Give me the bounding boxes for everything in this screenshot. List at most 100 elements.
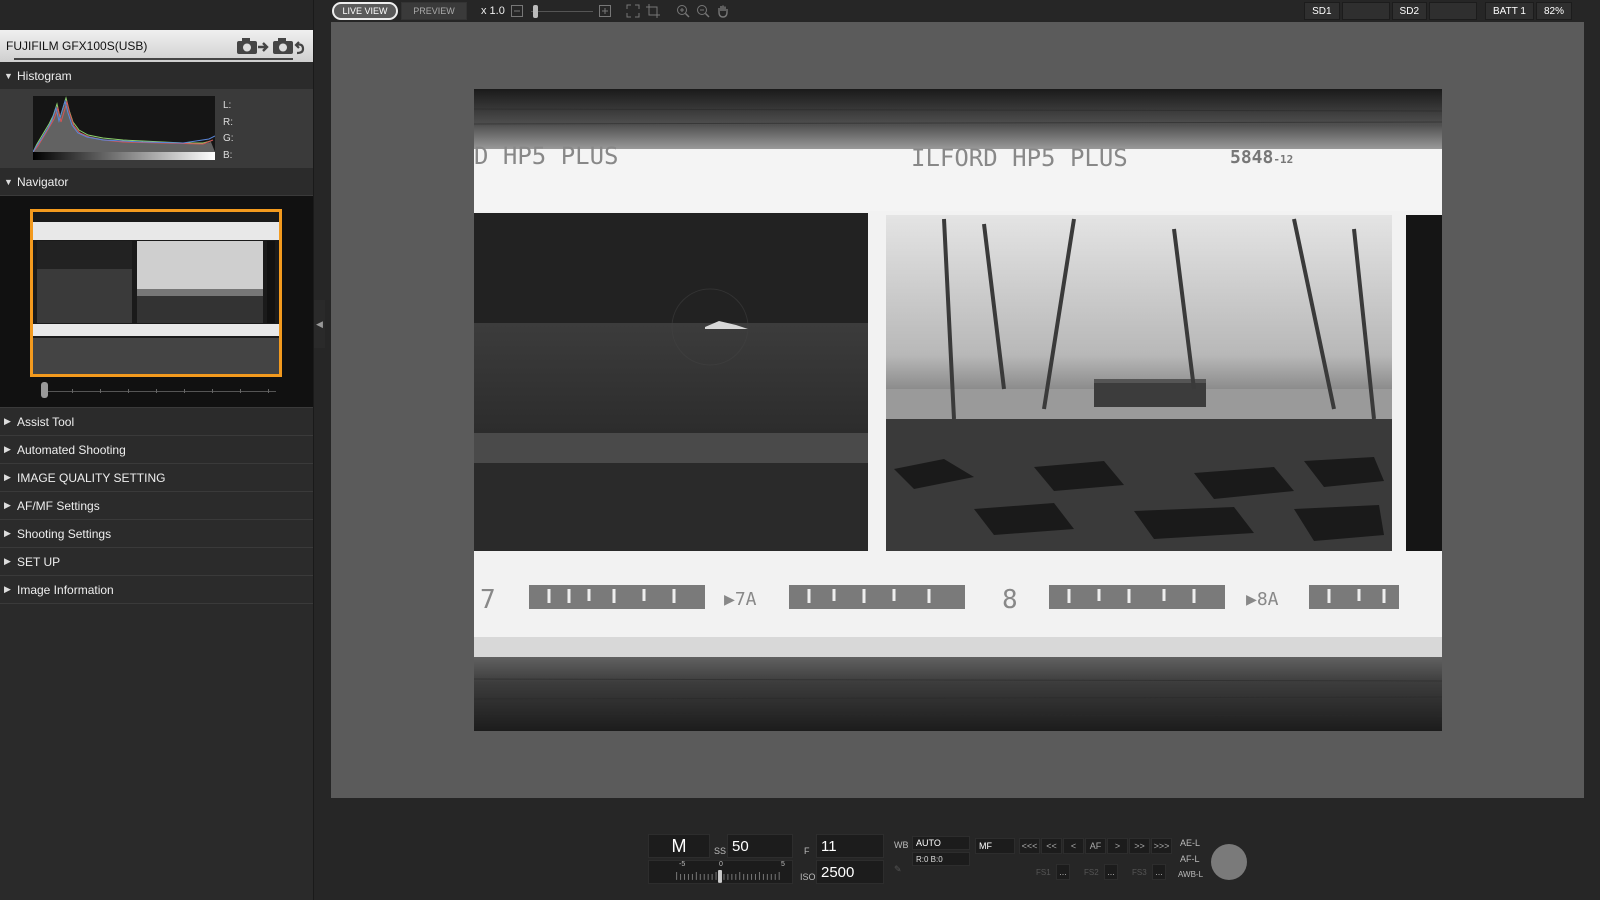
exposure-control-panel: M SS 50 F 11 -5 0 5 ISO 2500 ✎ WB AUTO R…: [648, 834, 1258, 888]
fs1-label: FS1: [1036, 868, 1051, 877]
zoom-out-minus-icon[interactable]: [509, 3, 525, 19]
fs3-label: FS3: [1132, 868, 1147, 877]
camera-export-icon[interactable]: [235, 35, 271, 57]
sidebar: FUJIFILM GFX100S(USB) ▼ Histogram L: R: …: [0, 0, 314, 900]
ss-label: SS: [714, 846, 727, 856]
nav-tick: [212, 389, 213, 393]
focus-near-2-button[interactable]: >>: [1129, 838, 1150, 854]
navigator-thumbnail[interactable]: [30, 209, 282, 377]
aperture-field[interactable]: 11: [816, 834, 884, 858]
collapsed-triangle-icon: ▶: [4, 584, 11, 594]
section-setup[interactable]: ▶ SET UP: [0, 548, 313, 576]
hand-pan-icon[interactable]: [715, 3, 731, 19]
camera-bar: FUJIFILM GFX100S(USB): [0, 30, 313, 62]
nav-tick: [184, 389, 185, 393]
frame-number-8: 8: [1002, 585, 1018, 615]
section-navigator[interactable]: ▼ Navigator: [0, 168, 313, 196]
shutter-release-button[interactable]: [1211, 844, 1247, 880]
crop-icon[interactable]: [645, 3, 661, 19]
section-label: Automated Shooting: [17, 442, 126, 457]
sidebar-top-strip: [0, 0, 313, 30]
preview-button[interactable]: PREVIEW: [401, 2, 467, 20]
section-histogram[interactable]: ▼ Histogram: [0, 62, 313, 90]
expanded-triangle-icon: ▼: [4, 70, 13, 81]
navigator-panel: [0, 196, 313, 408]
frame-number-7a: ▶7A: [724, 589, 757, 610]
collapsed-triangle-icon: ▶: [4, 500, 11, 510]
nav-tick: [128, 389, 129, 393]
section-label: IMAGE QUALITY SETTING: [17, 470, 166, 485]
exposure-mode[interactable]: M: [648, 834, 710, 858]
fs2-label: FS2: [1084, 868, 1099, 877]
sd1-label: SD1: [1304, 2, 1340, 20]
iso-label: ISO: [800, 872, 816, 882]
sidebar-collapse-icon[interactable]: ◀: [314, 300, 325, 348]
ev-plus-label: 5: [781, 861, 785, 868]
live-view-button[interactable]: LIVE VIEW: [332, 2, 398, 20]
focus-far-1-button[interactable]: <: [1063, 838, 1084, 854]
collapsed-triangle-icon: ▶: [4, 472, 11, 482]
fs1-button[interactable]: ...: [1056, 864, 1070, 880]
section-image-quality[interactable]: ▶ IMAGE QUALITY SETTING: [0, 464, 313, 492]
shutter-speed-field[interactable]: 50: [727, 834, 793, 858]
camera-bar-underline: [14, 58, 293, 60]
fs3-button[interactable]: ...: [1152, 864, 1166, 880]
fs2-button[interactable]: ...: [1104, 864, 1118, 880]
focus-near-1-button[interactable]: >: [1107, 838, 1128, 854]
section-shooting-settings[interactable]: ▶ Shooting Settings: [0, 520, 313, 548]
zoom-in-plus-icon[interactable]: [597, 3, 613, 19]
histogram-panel: L: R: G: B:: [0, 90, 313, 168]
navigator-zoom-track: [44, 391, 276, 392]
camera-import-icon[interactable]: [271, 35, 307, 57]
exposure-compensation-scale[interactable]: -5 0 5: [648, 860, 793, 884]
zoom-slider-knob[interactable]: [532, 5, 538, 18]
top-toolbar: LIVE VIEW PREVIEW x 1.0 SD1 SD2 BATT 1 8…: [324, 0, 1600, 22]
navigator-zoom-knob[interactable]: [41, 382, 48, 398]
section-label: Shooting Settings: [17, 526, 112, 541]
live-view-image[interactable]: D HP5 PLUS ILFORD HP5 PLUS 5848-12 7 ▶7A…: [474, 89, 1442, 731]
section-af-mf[interactable]: ▶ AF/MF Settings: [0, 492, 313, 520]
section-label: Assist Tool: [17, 414, 75, 429]
wb-label: WB: [894, 840, 909, 850]
ev-zero-label: 0: [719, 861, 723, 868]
focus-far-2-button[interactable]: <<: [1041, 838, 1062, 854]
collapsed-triangle-icon: ▶: [4, 528, 11, 538]
wb-shift-field[interactable]: R:0 B:0: [912, 852, 970, 866]
collapsed-triangle-icon: ▶: [4, 416, 11, 426]
film-strip-image: [474, 89, 1442, 731]
section-automated-shooting[interactable]: ▶ Automated Shooting: [0, 436, 313, 464]
battery-percent: 82%: [1535, 2, 1572, 20]
histogram-values: L: R: G: B:: [223, 98, 234, 164]
f-label: F: [804, 846, 810, 856]
expanded-triangle-icon: ▼: [4, 176, 13, 187]
edit-pencil-icon[interactable]: ✎: [894, 864, 902, 875]
fit-screen-icon[interactable]: [625, 3, 641, 19]
sd2-label: SD2: [1391, 2, 1427, 20]
film-edge-code-number: 5848: [1230, 147, 1274, 168]
zoom-slider-track: [530, 11, 593, 12]
af-lock-button[interactable]: AF-L: [1180, 854, 1200, 864]
section-image-information[interactable]: ▶ Image Information: [0, 576, 313, 604]
focus-mode-field[interactable]: MF: [975, 838, 1015, 854]
zoom-out-magnifier-icon[interactable]: [695, 3, 711, 19]
zoom-in-magnifier-icon[interactable]: [675, 3, 691, 19]
section-label: Navigator: [17, 174, 69, 189]
iso-field[interactable]: 2500: [816, 860, 884, 884]
histogram-b-label: B:: [223, 149, 233, 161]
frame-number-8a: ▶8A: [1246, 589, 1279, 610]
sd2-status: [1429, 2, 1477, 20]
af-button[interactable]: AF: [1085, 838, 1106, 854]
zoom-slider[interactable]: [530, 5, 593, 18]
ae-lock-button[interactable]: AE-L: [1180, 838, 1200, 848]
frame-number-7: 7: [480, 585, 496, 615]
collapsed-sections: ▶ Assist Tool ▶ Automated Shooting ▶ IMAGE …: [0, 408, 313, 604]
nav-tick: [100, 389, 101, 393]
sd1-status: [1341, 2, 1390, 20]
histogram-graph: [32, 96, 216, 156]
white-balance-field[interactable]: AUTO: [912, 836, 970, 850]
collapsed-triangle-icon: ▶: [4, 444, 11, 454]
focus-far-3-button[interactable]: <<<: [1019, 838, 1040, 854]
section-assist-tool[interactable]: ▶ Assist Tool: [0, 408, 313, 436]
focus-near-3-button[interactable]: >>>: [1151, 838, 1172, 854]
awb-lock-button[interactable]: AWB-L: [1178, 870, 1203, 879]
